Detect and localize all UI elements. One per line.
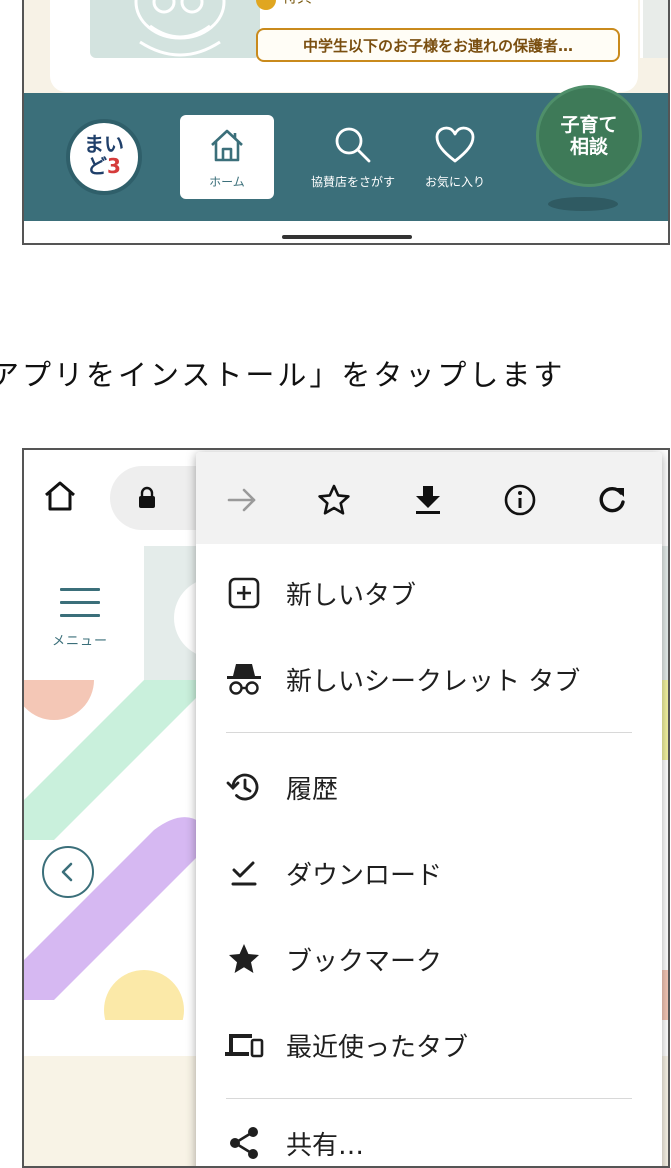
coupon-card[interactable]: 特典 中学生以下のお子様をお連れの保護者… — [50, 0, 638, 92]
menu-action-bar — [196, 452, 662, 544]
logo-mark: 3 — [107, 154, 121, 178]
hamburger-icon — [60, 588, 100, 627]
consult-line1: 子育て — [560, 114, 618, 136]
menu-item-label: ブックマーク — [286, 946, 443, 977]
consult-button-shadow — [548, 197, 618, 211]
history-icon — [224, 767, 264, 807]
logo-line2: ど — [87, 154, 108, 178]
refresh-icon[interactable] — [592, 480, 632, 520]
browser-home-icon[interactable] — [42, 478, 78, 514]
browser-screenshot: メニュー 新しいタブ 新しいシークレット タブ 履歴 ダウンロード ブックマーク… — [22, 448, 670, 1168]
menu-item-label: 新しいシークレット タブ — [286, 666, 581, 697]
search-icon — [331, 123, 375, 167]
nav-search[interactable]: 協賛店をさがす — [306, 115, 400, 199]
menu-item-label: 新しいタブ — [286, 580, 417, 611]
nav-favorites-label: お気に入り — [424, 175, 485, 189]
nav-favorites[interactable]: お気に入り — [408, 115, 502, 199]
new-tab-icon — [224, 573, 264, 613]
menu-item-label: 最近使ったタブ — [286, 1032, 469, 1063]
home-indicator[interactable] — [282, 235, 412, 239]
recent-tabs-icon — [224, 1025, 264, 1065]
menu-item-downloads[interactable]: ダウンロード — [196, 836, 662, 910]
bottom-navigation: まい ど3 ホーム 協賛店をさがす お気に入り 子育て 相談 — [24, 85, 668, 221]
menu-item-history[interactable]: 履歴 — [196, 750, 662, 824]
maidou-logo[interactable]: まい ど3 — [66, 119, 142, 195]
next-card-edge — [640, 0, 668, 58]
mascot-thumbnail — [90, 0, 260, 58]
lock-icon — [136, 486, 158, 510]
site-menu-button[interactable]: メニュー — [48, 580, 108, 656]
incognito-icon — [224, 659, 264, 699]
menu-item-label: 共有… — [286, 1130, 365, 1161]
bookmarks-icon — [224, 939, 264, 979]
consult-line2: 相談 — [569, 136, 608, 158]
downloads-icon — [224, 853, 264, 893]
heart-icon — [434, 123, 476, 167]
browser-overflow-menu: 新しいタブ 新しいシークレット タブ 履歴 ダウンロード ブックマーク 最近使っ… — [196, 452, 662, 1166]
chevron-left-icon — [61, 862, 73, 882]
menu-item-incognito[interactable]: 新しいシークレット タブ — [196, 642, 662, 716]
menu-item-share[interactable]: 共有… — [196, 1106, 662, 1166]
forward-icon[interactable] — [222, 480, 262, 520]
menu-item-bookmarks[interactable]: ブックマーク — [196, 922, 662, 996]
instruction-text: アプリをインストール」をタップします — [0, 358, 566, 392]
menu-divider — [226, 1098, 632, 1099]
logo-line1: まい — [84, 132, 124, 156]
nav-home-label: ホーム — [209, 175, 245, 189]
menu-item-recent-tabs[interactable]: 最近使ったタブ — [196, 1008, 662, 1082]
special-label: 特典 — [282, 0, 312, 7]
special-badge: 中学生以下のお子様をお連れの保護者… — [256, 28, 620, 62]
menu-item-label: 履歴 — [286, 774, 339, 805]
home-icon — [207, 123, 247, 167]
nav-search-label: 協賛店をさがす — [310, 175, 395, 189]
system-bar — [24, 221, 668, 243]
download-icon[interactable] — [408, 480, 448, 520]
carousel-prev-button[interactable] — [42, 846, 94, 898]
star-icon[interactable] — [314, 480, 354, 520]
app-screenshot-top: 特典 中学生以下のお子様をお連れの保護者… まい ど3 ホーム — [22, 0, 670, 245]
menu-item-label: ダウンロード — [286, 860, 443, 891]
info-icon[interactable] — [500, 480, 540, 520]
nav-home[interactable]: ホーム — [180, 115, 274, 199]
share-icon — [224, 1123, 264, 1163]
childcare-consult-button[interactable]: 子育て 相談 — [536, 85, 642, 187]
menu-item-new-tab[interactable]: 新しいタブ — [196, 556, 662, 630]
menu-divider — [226, 732, 632, 733]
site-menu-label: メニュー — [51, 634, 108, 649]
